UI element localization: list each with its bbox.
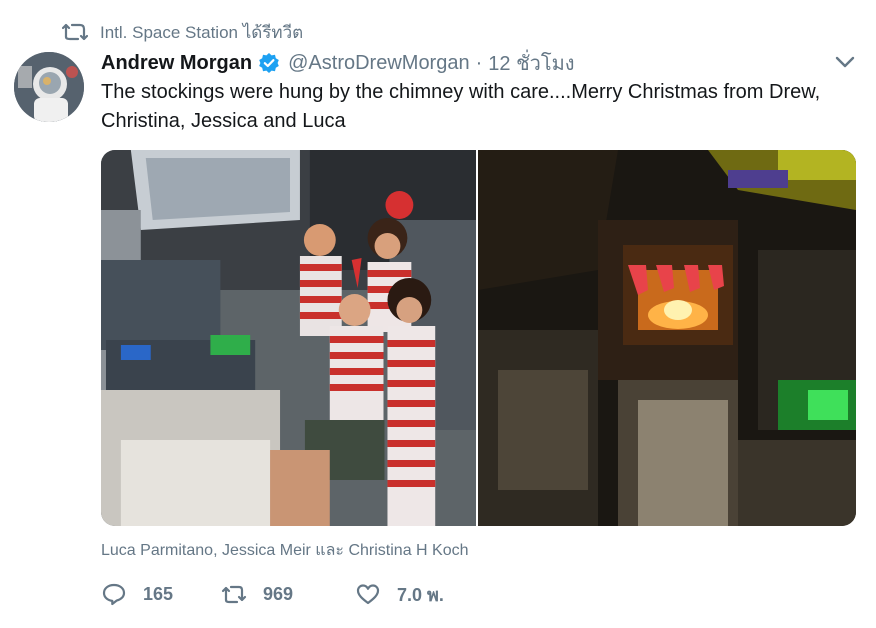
reply-count: 165 (143, 583, 174, 604)
tweet-text: The stockings were hung by the chimney w… (101, 81, 821, 132)
reply-icon (102, 583, 126, 606)
reply-button[interactable]: 165 (101, 582, 221, 606)
author-name[interactable]: Andrew Morgan (101, 52, 252, 75)
tweet-media[interactable] (101, 150, 856, 526)
photo-fireplace[interactable] (478, 150, 856, 526)
photo-crew[interactable] (101, 150, 478, 526)
avatar[interactable] (14, 52, 84, 122)
avatar-image (14, 52, 84, 122)
tweet-actions: 165 969 7.0 พ. (101, 578, 495, 610)
retweet-context-label: Intl. Space Station ได้รีทวีต (100, 22, 304, 42)
tweet-header: Andrew Morgan @AstroDrewMorgan · 12 ชั่ว… (101, 48, 856, 78)
retweet-icon (221, 585, 247, 604)
chevron-down-icon[interactable] (834, 54, 856, 70)
author-handle[interactable]: @AstroDrewMorgan (288, 52, 469, 75)
header-separator: · (475, 51, 483, 74)
like-count: 7.0 พ. (397, 584, 444, 605)
tagged-people[interactable]: Luca Parmitano, Jessica Meir และ Christi… (101, 538, 469, 563)
retweet-icon (62, 23, 88, 41)
heart-icon (356, 584, 380, 605)
retweet-button[interactable]: 969 (221, 582, 355, 606)
tweet-timestamp[interactable]: 12 ชั่วโมง (488, 47, 574, 79)
crew-photo-image (101, 150, 476, 526)
retweet-context[interactable]: Intl. Space Station ได้รีทวีต (62, 20, 303, 44)
verified-badge-icon (259, 53, 279, 73)
like-button[interactable]: 7.0 พ. (355, 580, 495, 609)
retweet-count: 969 (263, 583, 294, 604)
fireplace-photo-image (478, 150, 856, 526)
